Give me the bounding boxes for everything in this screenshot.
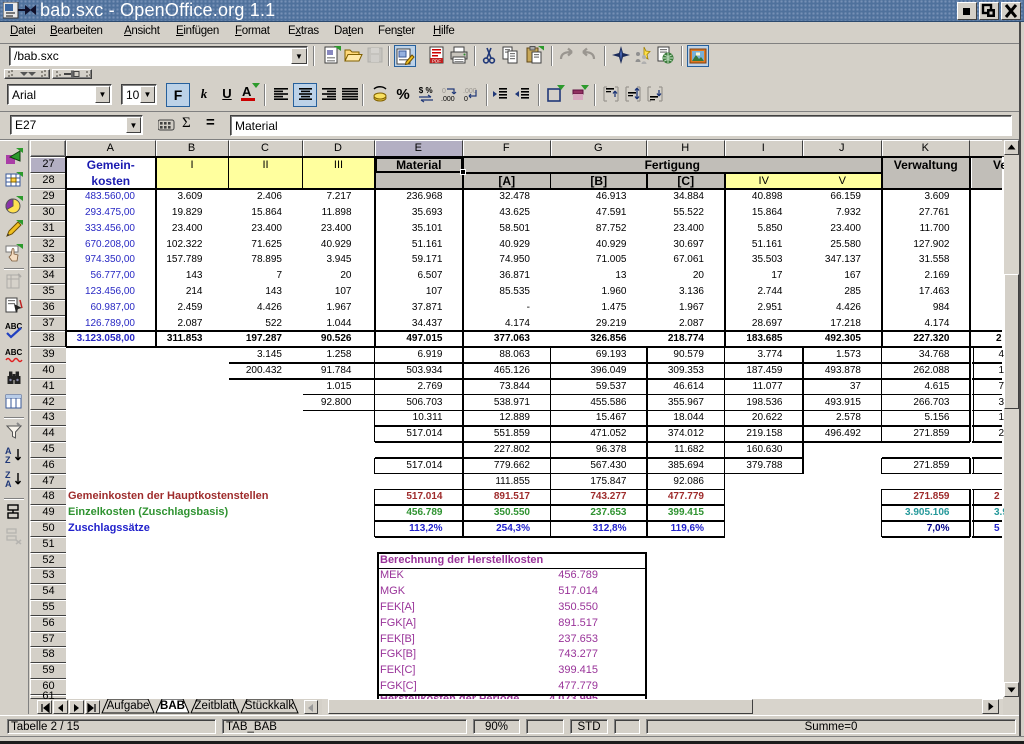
svg-text:%: % <box>425 86 432 95</box>
svg-text:PDF: PDF <box>432 58 441 63</box>
svg-text:ABC: ABC <box>5 348 23 357</box>
svg-text:%: % <box>396 86 409 103</box>
svg-text:Z: Z <box>5 455 11 465</box>
svg-text:0: 0 <box>464 96 468 103</box>
svg-text:A: A <box>5 479 12 489</box>
svg-text:0: 0 <box>442 88 446 95</box>
svg-text:$: $ <box>419 86 424 95</box>
svg-text:.000: .000 <box>463 88 477 95</box>
svg-text:.000: .000 <box>441 96 455 103</box>
